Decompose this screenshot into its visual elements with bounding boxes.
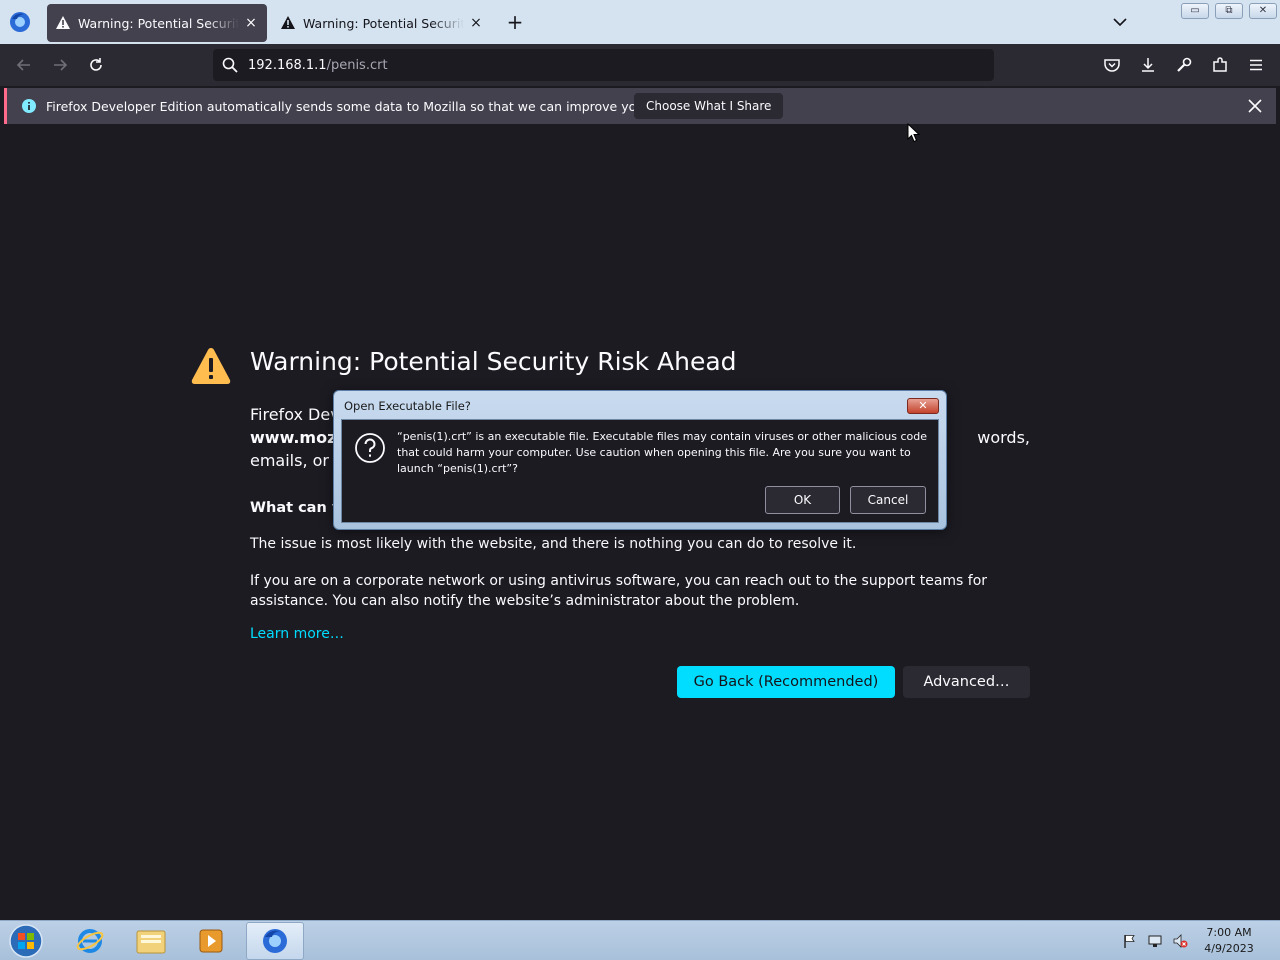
warning-icon: [281, 16, 295, 29]
restore-button[interactable]: ⧉: [1215, 3, 1243, 19]
minimize-button[interactable]: ▭: [1181, 3, 1209, 19]
ok-button[interactable]: OK: [765, 486, 840, 514]
wrench-icon: [1177, 57, 1192, 72]
internet-explorer-icon: [76, 929, 104, 953]
pocket-button[interactable]: [1101, 54, 1123, 76]
url-path: /penis.crt: [326, 57, 388, 73]
info-icon: [22, 99, 36, 113]
reload-icon: [90, 58, 102, 71]
question-icon: [355, 433, 385, 463]
windows-taskbar: 7:00 AM 4/9/2023: [0, 920, 1280, 960]
warning-icon: [56, 16, 70, 29]
reload-button[interactable]: [85, 54, 107, 76]
tab-close-icon[interactable]: ×: [468, 15, 484, 31]
advanced-button[interactable]: Advanced…: [903, 666, 1030, 698]
forward-button[interactable]: [49, 54, 71, 76]
tab-inactive[interactable]: Warning: Potential Security Risk Ahead ×: [272, 4, 492, 42]
tab-close-icon[interactable]: ×: [243, 15, 259, 31]
open-executable-dialog: Open Executable File? ✕ “penis(1).crt” i…: [333, 390, 947, 530]
tab-title: Warning: Potential Security Risk Ahead: [78, 15, 239, 31]
media-player-icon: [199, 929, 223, 953]
folder-icon: [136, 930, 166, 954]
network-icon[interactable]: [1147, 933, 1163, 949]
search-icon: [222, 57, 238, 73]
cancel-button[interactable]: Cancel: [850, 486, 926, 514]
action-center-flag-icon[interactable]: [1122, 933, 1138, 949]
taskbar-internet-explorer[interactable]: [61, 922, 119, 960]
dialog-close-button[interactable]: ✕: [907, 398, 939, 414]
list-all-tabs-icon[interactable]: [1110, 12, 1130, 32]
clock-date: 4/9/2023: [1204, 942, 1254, 955]
tab-strip: Warning: Potential Security Risk Ahead ×…: [0, 0, 1280, 44]
taskbar-clock[interactable]: 7:00 AM 4/9/2023: [1195, 925, 1263, 957]
developer-tools-button[interactable]: [1173, 54, 1195, 76]
back-arrow-icon: [16, 59, 30, 71]
page-title: Warning: Potential Security Risk Ahead: [250, 347, 737, 376]
taskbar-media-player[interactable]: [182, 922, 240, 960]
close-notification-icon[interactable]: [1246, 97, 1264, 115]
menu-button[interactable]: [1245, 54, 1267, 76]
learn-more-link[interactable]: Learn more…: [250, 626, 344, 642]
downloads-button[interactable]: [1137, 54, 1159, 76]
taskbar-firefox[interactable]: [246, 922, 304, 960]
dialog-body: “penis(1).crt” is an executable file. Ex…: [341, 419, 939, 523]
firefox-logo-icon[interactable]: [8, 10, 32, 34]
url-host: 192.168.1.1: [248, 57, 327, 73]
notification-message: Firefox Developer Edition automatically …: [46, 98, 727, 114]
warning-triangle-icon: [191, 348, 231, 384]
forward-arrow-icon: [54, 59, 68, 71]
new-tab-button[interactable]: +: [504, 11, 526, 33]
clock-time: 7:00 AM: [1206, 926, 1252, 939]
hamburger-menu-icon: [1250, 59, 1262, 71]
navigation-bar: 192.168.1.1/penis.crt: [0, 44, 1280, 86]
puzzle-icon: [1213, 57, 1227, 72]
telemetry-notification: Firefox Developer Edition automatically …: [4, 88, 1276, 124]
download-icon: [1142, 58, 1154, 72]
taskbar-file-explorer[interactable]: [122, 922, 180, 960]
pocket-icon: [1104, 59, 1120, 72]
tab-active[interactable]: Warning: Potential Security Risk Ahead ×: [47, 4, 267, 42]
mouse-cursor-icon: [907, 123, 921, 143]
description-domain: www.mozi: [250, 428, 342, 447]
go-back-button[interactable]: Go Back (Recommended): [677, 666, 895, 698]
choose-what-i-share-button[interactable]: Choose What I Share: [634, 93, 784, 119]
tab-title: Warning: Potential Security Risk Ahead: [303, 15, 464, 31]
back-button[interactable]: [13, 54, 35, 76]
extensions-button[interactable]: [1209, 54, 1231, 76]
start-button-icon[interactable]: [6, 923, 46, 959]
description-line-2-end: words,: [977, 428, 1030, 447]
volume-muted-icon[interactable]: [1172, 933, 1188, 949]
url-bar[interactable]: 192.168.1.1/penis.crt: [213, 49, 994, 81]
url-text: 192.168.1.1/penis.crt: [248, 58, 388, 73]
issue-text: The issue is most likely with the websit…: [250, 536, 857, 552]
dialog-title: Open Executable File?: [344, 399, 471, 413]
dialog-message: “penis(1).crt” is an executable file. Ex…: [397, 430, 927, 475]
close-window-button[interactable]: ✕: [1249, 3, 1277, 19]
firefox-icon: [263, 929, 287, 953]
corporate-network-text: If you are on a corporate network or usi…: [250, 573, 988, 609]
